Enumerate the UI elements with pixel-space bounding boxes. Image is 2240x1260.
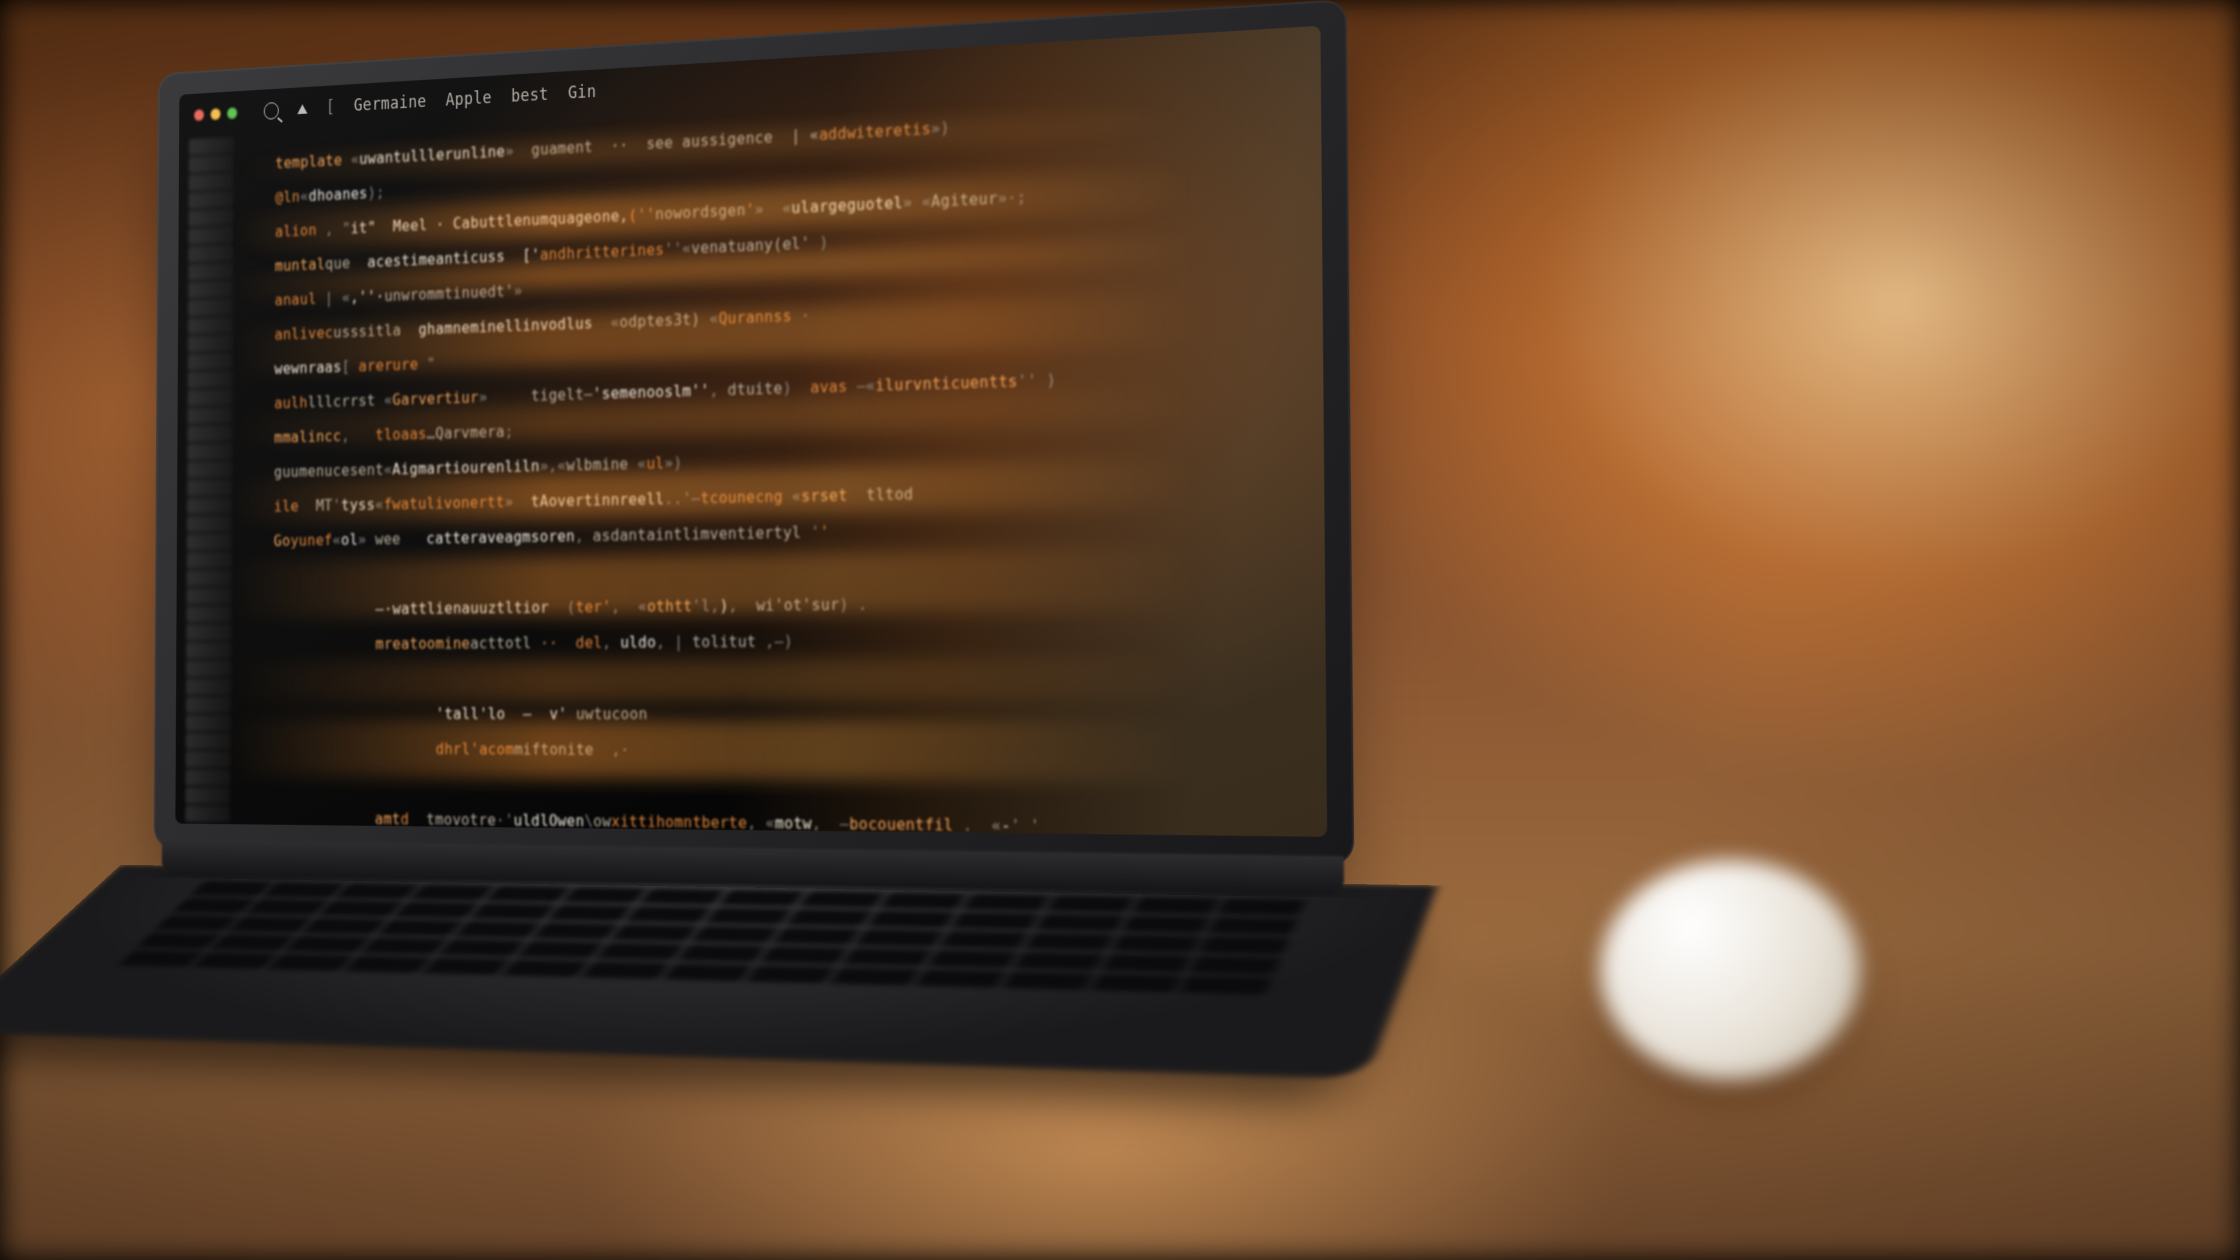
laptop: [ Germaine Apple best Gin template «uwan…: [152, 0, 1356, 1122]
editor-screen: [ Germaine Apple best Gin template «uwan…: [175, 26, 1327, 837]
window-traffic-lights[interactable]: [194, 107, 237, 121]
menu-item-1[interactable]: Apple: [446, 88, 492, 110]
line-number-gutter: [175, 136, 240, 824]
menu-item-3[interactable]: Gin: [568, 82, 596, 103]
laptop-base: [0, 865, 1438, 1079]
keyboard: [75, 881, 1306, 1042]
search-icon[interactable]: [264, 102, 279, 120]
close-icon[interactable]: [194, 109, 204, 121]
laptop-lid: [ Germaine Apple best Gin template «uwan…: [154, 0, 1354, 865]
minimize-icon[interactable]: [211, 108, 221, 120]
maximize-icon[interactable]: [227, 107, 237, 119]
bracket-open: [: [326, 98, 335, 118]
upload-icon[interactable]: [297, 104, 307, 114]
menu-item-0[interactable]: Germaine: [354, 92, 427, 115]
code-editor-content: template «uwantulllerunline» guament ·· …: [247, 81, 1317, 837]
menu-item-2[interactable]: best: [511, 85, 548, 107]
